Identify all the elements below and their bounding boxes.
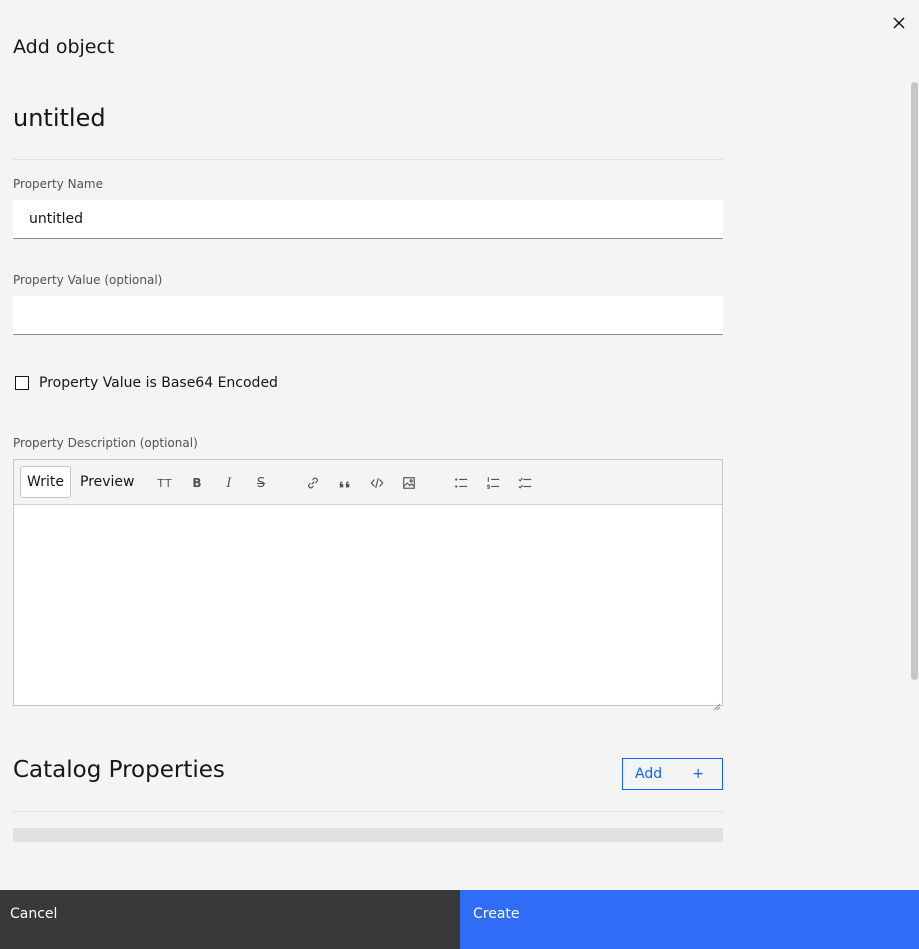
bulleted-list-button[interactable] [450,472,472,494]
base64-checkbox[interactable] [15,376,29,390]
editor-toolbar: Write Preview TT B I S [14,460,722,505]
close-icon[interactable] [890,14,908,32]
modal-title: Add object [13,36,115,58]
add-button-label: Add [635,766,663,782]
base64-checkbox-row[interactable]: Property Value is Base64 Encoded [15,375,278,391]
code-icon [370,478,384,488]
catalog-properties-placeholder [13,828,723,842]
heading-button[interactable]: TT [154,472,176,494]
italic-icon: I [226,475,232,491]
link-icon [308,477,318,489]
property-description-label: Property Description (optional) [13,436,198,450]
numbered-list-button[interactable] [482,472,504,494]
strikethrough-icon: S [256,475,266,491]
create-button[interactable]: Create [460,890,919,949]
divider [13,811,723,812]
property-value-input[interactable] [13,296,723,335]
image-button[interactable] [398,472,420,494]
heading-icon: TT [157,476,173,490]
italic-button[interactable]: I [218,472,240,494]
tab-write[interactable]: Write [20,466,71,498]
cancel-button-label: Cancel [10,906,58,922]
property-name-label: Property Name [13,177,103,191]
task-list-icon [518,477,532,489]
quote-icon [339,481,350,488]
base64-checkbox-label: Property Value is Base64 Encoded [39,375,278,391]
resize-grip-icon[interactable] [713,696,721,711]
quote-button[interactable] [334,472,356,494]
divider [13,159,723,160]
plus-icon: + [692,766,704,782]
link-button[interactable] [302,472,324,494]
property-value-label: Property Value (optional) [13,273,163,287]
bulleted-list-icon [455,478,468,488]
strikethrough-button[interactable]: S [250,472,272,494]
bold-button[interactable]: B [186,472,208,494]
cancel-button[interactable]: Cancel [0,890,460,949]
tab-preview[interactable]: Preview [74,466,141,498]
image-icon [403,477,415,489]
markdown-editor: Write Preview TT B I S [13,459,723,711]
catalog-properties-heading: Catalog Properties [13,757,225,783]
modal-footer: Cancel Create [0,890,919,949]
bold-icon: B [192,476,202,490]
scrollbar-thumb[interactable] [911,82,918,680]
object-title: untitled [13,104,106,132]
create-button-label: Create [473,906,520,922]
numbered-list-icon [487,477,500,489]
description-textarea[interactable] [14,505,722,705]
add-catalog-property-button[interactable]: Add + [622,758,723,790]
property-name-input[interactable] [13,200,723,239]
code-button[interactable] [366,472,388,494]
task-list-button[interactable] [514,472,536,494]
